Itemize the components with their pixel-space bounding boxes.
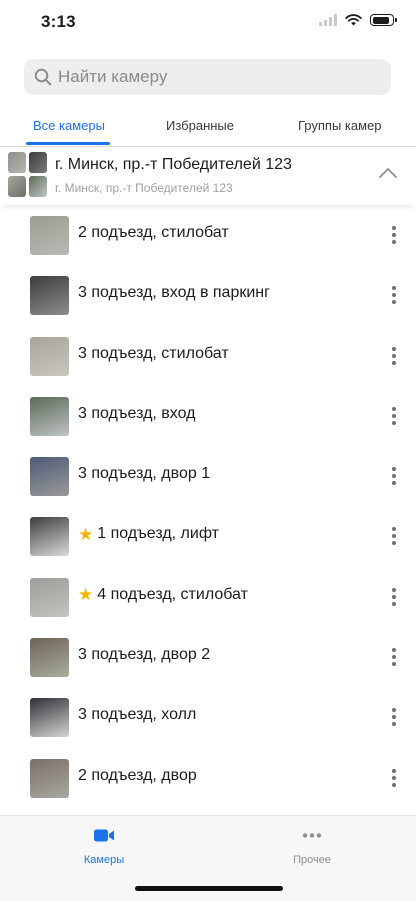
camera-name-label: 3 подъезд, холл: [78, 706, 197, 724]
camera-list-item[interactable]: 3 подъезд, двор 1: [0, 446, 416, 506]
battery-icon: [370, 14, 397, 26]
cellular-signal-icon: [319, 14, 337, 26]
more-vertical-icon[interactable]: [386, 405, 402, 427]
camera-name: 2 подъезд, двор: [78, 767, 197, 785]
more-vertical-icon[interactable]: [386, 224, 402, 246]
group-thumbnail: [29, 176, 47, 197]
more-vertical-icon[interactable]: [386, 586, 402, 608]
camera-thumbnail: [30, 336, 69, 376]
more-vertical-icon[interactable]: [386, 646, 402, 668]
tab-bar: Все камеры Избранные Группы камер: [0, 108, 416, 147]
wifi-icon: [345, 14, 362, 26]
search-input[interactable]: [56, 66, 380, 88]
favorite-star-icon: ★: [78, 524, 94, 544]
camera-thumbnail: [30, 276, 69, 316]
more-vertical-icon[interactable]: [386, 284, 402, 306]
search-bar[interactable]: [24, 59, 391, 95]
nav-more[interactable]: Прочее: [262, 828, 362, 866]
more-vertical-icon[interactable]: [386, 767, 402, 789]
more-horizontal-icon: [302, 833, 322, 838]
camera-list-item[interactable]: 3 подъезд, вход: [0, 386, 416, 446]
camera-name: 3 подъезд, вход: [78, 405, 196, 423]
camera-thumbnail: [30, 698, 69, 738]
camera-name-label: 3 подъезд, двор 2: [78, 646, 211, 664]
camera-list: 2 подъезд, стилобат 3 подъезд, вход в пар…: [0, 205, 416, 808]
camera-list-item[interactable]: 3 подъезд, холл: [0, 687, 416, 747]
tab-active-indicator: [26, 142, 110, 145]
group-thumbnail: [8, 176, 26, 197]
camera-list-item[interactable]: 2 подъезд, стилобат: [0, 205, 416, 265]
group-thumbnail: [29, 152, 47, 173]
tab-camera-groups[interactable]: Группы камер: [298, 118, 382, 133]
camera-name: 3 подъезд, стилобат: [78, 345, 229, 363]
status-bar: 3:13: [0, 0, 416, 46]
status-time: 3:13: [41, 12, 76, 31]
camera-name-label: 3 подъезд, вход: [78, 404, 196, 422]
camera-name: 3 подъезд, холл: [78, 706, 196, 724]
more-vertical-icon[interactable]: [386, 345, 402, 367]
camera-name: 3 подъезд, двор 2: [78, 646, 210, 664]
camera-name-label: 3 подъезд, стилобат: [78, 344, 229, 362]
camera-thumbnail: [30, 216, 69, 255]
camera-name: ★ 4 подъезд, стилобат: [78, 586, 248, 604]
camera-name-label: 2 подъезд, двор: [78, 766, 197, 784]
camera-group-header[interactable]: г. Минск, пр.-т Победителей 123 г. Минск…: [0, 147, 416, 205]
camera-name-label: 2 подъезд, стилобат: [78, 224, 229, 241]
more-vertical-icon[interactable]: [386, 706, 402, 728]
camera-name: 2 подъезд, стилобат: [78, 224, 229, 242]
nav-more-label: Прочее: [293, 854, 331, 866]
camera-list-item[interactable]: 2 подъезд, двор: [0, 748, 416, 808]
camera-list-item[interactable]: 3 подъезд, двор 2: [0, 627, 416, 687]
camera-thumbnail: [30, 638, 69, 678]
camera-thumbnail: [30, 758, 69, 798]
camera-thumbnail: [30, 517, 69, 557]
group-thumbnail: [8, 152, 26, 173]
camera-list-item[interactable]: ★ 4 подъезд, стилобат: [0, 567, 416, 627]
camera-name: 3 подъезд, вход в паркинг: [78, 284, 270, 302]
nav-cameras[interactable]: Камеры: [54, 828, 154, 866]
tab-all-cameras[interactable]: Все камеры: [33, 118, 105, 133]
favorite-star-icon: ★: [78, 585, 94, 605]
camera-name-label: 1 подъезд, лифт: [97, 525, 219, 543]
group-thumbnails: [8, 152, 48, 198]
camera-name: 3 подъезд, двор 1: [78, 465, 210, 483]
camera-thumbnail: [30, 396, 69, 436]
camera-name-label: 4 подъезд, стилобат: [97, 585, 248, 603]
home-indicator: [135, 886, 283, 891]
tab-favorites[interactable]: Избранные: [166, 118, 234, 133]
camera-name: ★ 1 подъезд, лифт: [78, 525, 219, 543]
camera-thumbnail: [30, 577, 69, 617]
more-vertical-icon[interactable]: [386, 465, 402, 487]
more-vertical-icon[interactable]: [386, 525, 402, 547]
group-subtitle: г. Минск, пр.-т Победителей 123: [55, 181, 233, 195]
camera-name-label: 3 подъезд, двор 1: [78, 465, 211, 483]
camera-list-item[interactable]: ★ 1 подъезд, лифт: [0, 506, 416, 566]
camera-list-item[interactable]: 3 подъезд, стилобат: [0, 326, 416, 386]
search-icon: [34, 68, 52, 86]
nav-cameras-label: Камеры: [83, 854, 125, 866]
status-icons: [319, 14, 397, 26]
group-title: г. Минск, пр.-т Победителей 123: [55, 156, 292, 173]
camera-name-label: 3 подъезд, вход в паркинг: [78, 284, 270, 302]
camera-list-item[interactable]: 3 подъезд, вход в паркинг: [0, 265, 416, 325]
camera-thumbnail: [30, 457, 69, 497]
video-camera-icon: [94, 829, 114, 842]
chevron-up-icon[interactable]: [378, 167, 398, 179]
